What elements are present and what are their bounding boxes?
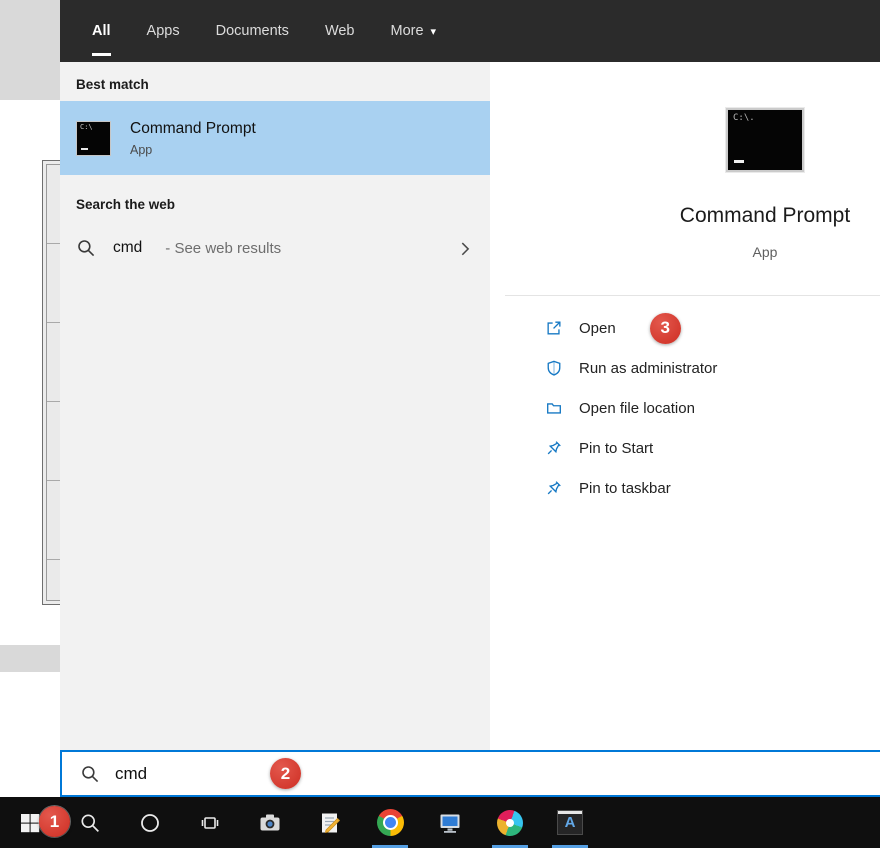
search-input-bar: 2 [60,750,880,797]
tab-more-label: More [391,23,424,39]
cortana-circle-icon [139,812,161,834]
letter-a-app-icon: A [557,810,583,835]
action-label: Open [579,320,616,337]
preview-panel: Command Prompt App Open 3 Run as adminis… [490,62,880,750]
action-open[interactable]: Open 3 [545,308,880,348]
command-prompt-icon-large [726,108,804,172]
tab-web[interactable]: Web [325,0,355,62]
annotation-step-1: 1 [39,806,70,837]
taskbar-notepad-app[interactable] [300,797,360,848]
search-web-header: Search the web [60,175,490,221]
pin-icon [545,439,563,457]
web-search-result[interactable]: cmd - See web results [60,221,490,275]
taskbar-camera-app[interactable] [240,797,300,848]
pin-icon [545,479,563,497]
windows-search-screen: { "tabs": { "items": [ { "label": "All",… [0,0,880,848]
camera-icon [258,811,282,835]
best-match-header: Best match [60,62,490,101]
search-input[interactable] [115,764,235,784]
search-filter-tabs: All Apps Documents Web More [60,0,880,62]
web-query-text: cmd [113,239,142,257]
letter-a-glyph: A [565,814,576,831]
notepad-icon [318,811,342,835]
search-icon [79,812,101,834]
colorful-pinwheel-icon [497,810,523,836]
shield-icon [545,359,563,377]
result-subtitle: App [130,143,256,157]
computer-monitor-icon [438,811,462,835]
taskbar-cortana-button[interactable] [120,797,180,848]
chevron-right-icon[interactable] [456,239,474,257]
background-window-fragment [0,645,60,672]
result-title: Command Prompt [130,120,256,138]
task-view-icon [199,812,221,834]
action-pin-to-taskbar[interactable]: Pin to taskbar [545,468,880,508]
taskbar-task-view-button[interactable] [180,797,240,848]
chevron-down-icon [424,23,437,39]
taskbar-chrome-app[interactable] [360,797,420,848]
action-open-file-location[interactable]: Open file location [545,388,880,428]
background-window-fragment [0,0,60,100]
tab-apps[interactable]: Apps [147,0,180,62]
action-label: Open file location [579,400,695,417]
folder-icon [545,399,563,417]
tab-documents[interactable]: Documents [216,0,289,62]
web-suffix-text: - See web results [165,240,281,257]
open-icon [545,319,563,337]
taskbar-computer-app[interactable] [420,797,480,848]
windows-logo-icon [19,812,41,834]
tab-more[interactable]: More [391,0,437,62]
action-label: Run as administrator [579,360,717,377]
annotation-step-2: 2 [270,758,301,789]
command-prompt-icon [76,121,111,156]
search-results-panel: Best match Command Prompt App Search the… [60,62,490,750]
annotation-step-3: 3 [650,313,681,344]
preview-subtitle: App [753,244,778,261]
search-flyout: All Apps Documents Web More Best match C… [60,0,880,797]
action-label: Pin to taskbar [579,480,671,497]
taskbar-a-app[interactable]: A [540,797,600,848]
chrome-icon [377,809,404,836]
best-match-result-command-prompt[interactable]: Command Prompt App [60,101,490,175]
search-icon [80,764,100,784]
action-pin-to-start[interactable]: Pin to Start [545,428,880,468]
taskbar: A [0,797,880,848]
search-icon [76,238,96,258]
tab-all[interactable]: All [92,0,111,62]
action-label: Pin to Start [579,440,653,457]
taskbar-colorful-app[interactable] [480,797,540,848]
preview-actions: Open 3 Run as administrator Open file lo… [505,296,880,508]
action-run-as-administrator[interactable]: Run as administrator [545,348,880,388]
preview-title: Command Prompt [680,202,850,230]
